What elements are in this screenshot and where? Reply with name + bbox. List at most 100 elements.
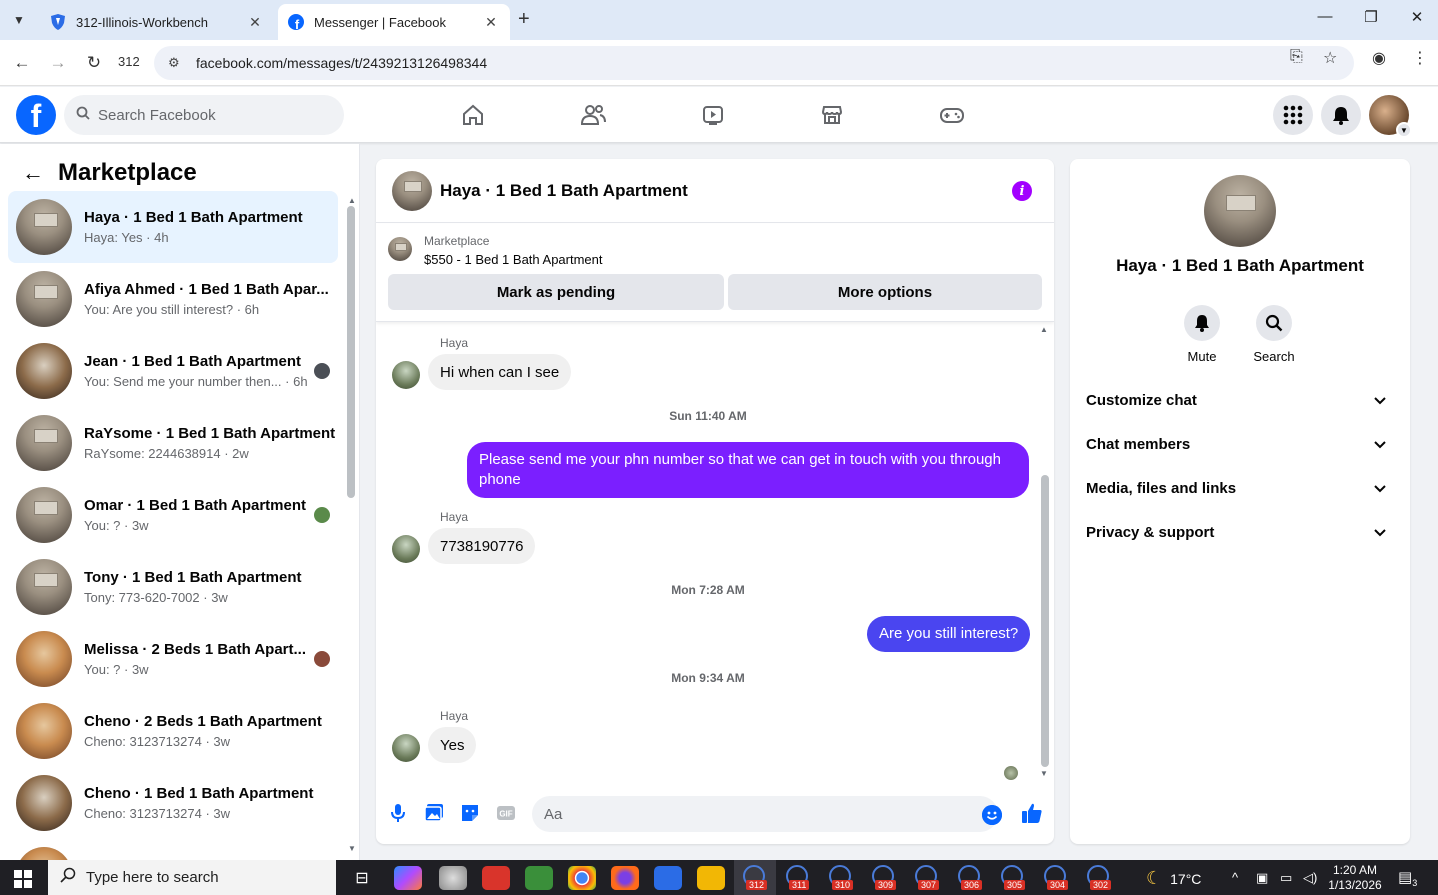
marketplace-icon[interactable] — [814, 97, 850, 133]
conversation-item[interactable]: Cheno · 1 Bed 1 Bath Apartment Cheno: 312… — [8, 767, 338, 839]
conversation-item[interactable]: Tony · 1 Bed 1 Bath Apartment Tony: 773-6… — [8, 551, 338, 623]
facebook-search[interactable]: Search Facebook — [64, 95, 344, 135]
sender-avatar[interactable] — [392, 734, 420, 762]
gaming-icon[interactable] — [934, 97, 970, 133]
app-icon[interactable] — [697, 866, 725, 890]
new-tab-icon[interactable]: + — [518, 8, 530, 31]
workbench-taskbar-item[interactable]: 310 — [820, 860, 862, 895]
conversation-item[interactable]: Omar · 1 Bed 1 Bath Apartment You: ? · 3w — [8, 479, 338, 551]
customize-chat-section[interactable]: Customize chat — [1078, 378, 1402, 422]
facebook-logo[interactable]: f — [16, 95, 56, 135]
sticker-icon[interactable] — [459, 802, 481, 824]
listing-thumbnail[interactable] — [388, 237, 412, 261]
back-arrow-icon[interactable]: ← — [9, 50, 35, 76]
close-window-icon[interactable]: ✕ — [1402, 8, 1432, 26]
scroll-down-arrow-icon[interactable]: ▼ — [348, 844, 356, 853]
notification-center-icon[interactable]: ▤3 — [1398, 868, 1417, 888]
back-arrow-icon[interactable]: ← — [22, 160, 44, 186]
workbench-taskbar-item[interactable]: 312 — [734, 860, 776, 895]
conversation-avatar-large[interactable] — [1204, 175, 1276, 247]
weather-widget[interactable]: ☾ 17°C — [1146, 868, 1201, 889]
close-tab-icon[interactable]: ✕ — [482, 14, 500, 31]
copilot-icon[interactable] — [394, 866, 422, 890]
scrollbar-thumb[interactable] — [347, 206, 355, 498]
workbench-taskbar-item[interactable]: 305 — [992, 860, 1034, 895]
site-info-icon[interactable]: ⚙ — [168, 55, 186, 71]
workbench-taskbar-item[interactable]: 311 — [777, 860, 819, 895]
menu-kebab-icon[interactable]: ⋮ — [1412, 48, 1428, 68]
conversation-item[interactable]: RaYsome · 1 Bed 1 Bath Apartment RaYsome:… — [8, 407, 338, 479]
conversation-avatar[interactable] — [392, 170, 432, 211]
conversation-item[interactable]: Ashm · 2 Beds 1 Bath Apartment — [8, 839, 338, 860]
chrome-icon[interactable] — [568, 866, 596, 890]
restore-icon[interactable]: ❐ — [1356, 8, 1386, 26]
mute-button[interactable]: Mute — [1167, 305, 1237, 364]
reload-icon[interactable]: ↻ — [81, 50, 107, 76]
scroll-up-arrow-icon[interactable]: ▲ — [1040, 325, 1048, 334]
video-icon[interactable] — [695, 97, 731, 133]
forward-arrow-icon[interactable]: → — [45, 50, 71, 76]
account-avatar[interactable]: ▼ — [1369, 95, 1412, 138]
spreadsheet-icon[interactable] — [525, 866, 553, 890]
browser-tab-workbench[interactable]: 312-Illinois-Workbench ✕ — [40, 4, 274, 40]
conversation-item[interactable]: Afiya Ahmed · 1 Bed 1 Bath Apar... You: A… — [8, 263, 338, 335]
scrollbar-thumb[interactable] — [1041, 475, 1049, 767]
incoming-message[interactable]: Yes — [428, 727, 477, 763]
scroll-up-arrow-icon[interactable]: ▲ — [348, 196, 356, 205]
more-options-button[interactable]: More options — [728, 274, 1042, 310]
listing-title[interactable]: $550 - 1 Bed 1 Bath Apartment — [424, 252, 603, 267]
mark-as-pending-button[interactable]: Mark as pending — [388, 274, 724, 310]
outgoing-message[interactable]: Please send me your phn number so that w… — [467, 442, 1029, 498]
scroll-down-arrow-icon[interactable]: ▼ — [1040, 769, 1048, 778]
workbench-taskbar-item[interactable]: 302 — [1078, 860, 1120, 895]
task-view-icon[interactable]: ⊟ — [348, 866, 376, 890]
media-files-links-section[interactable]: Media, files and links — [1078, 466, 1402, 510]
microphone-icon[interactable] — [387, 802, 409, 824]
photo-icon[interactable] — [423, 802, 445, 824]
tab-count[interactable]: 312 — [118, 54, 140, 69]
profile-icon[interactable]: ◉ — [1372, 48, 1386, 68]
sender-avatar[interactable] — [392, 361, 420, 389]
message-input[interactable] — [532, 796, 998, 832]
workbench-taskbar-item[interactable]: 309 — [863, 860, 905, 895]
volume-icon[interactable]: ◁) — [1303, 870, 1317, 886]
workbench-taskbar-item[interactable]: 306 — [949, 860, 991, 895]
outgoing-message[interactable]: Are you still interest? — [867, 616, 1031, 652]
chat-title[interactable]: Haya · 1 Bed 1 Bath Apartment — [440, 181, 688, 201]
network-icon[interactable]: ▭ — [1280, 870, 1292, 886]
windows-start-icon[interactable] — [14, 870, 32, 888]
sender-avatar[interactable] — [392, 535, 420, 563]
conversation-item[interactable]: Melissa · 2 Beds 1 Bath Apart... You: ? ·… — [8, 623, 338, 695]
privacy-support-section[interactable]: Privacy & support — [1078, 510, 1402, 554]
system-clock[interactable]: 1:20 AM 1/13/2026 — [1320, 863, 1390, 893]
workbench-taskbar-item[interactable]: 304 — [1035, 860, 1077, 895]
conversation-item[interactable]: Haya · 1 Bed 1 Bath Apartment Haya: Yes ·… — [8, 191, 338, 263]
bookmark-star-icon[interactable]: ☆ — [1323, 48, 1337, 68]
browser-tab-messenger[interactable]: f Messenger | Facebook ✕ — [278, 4, 510, 40]
emoji-icon[interactable] — [982, 805, 1002, 825]
notifications-bell-icon[interactable] — [1321, 95, 1361, 135]
install-app-icon[interactable]: ⎘ — [1290, 48, 1303, 66]
conversation-item[interactable]: Jean · 1 Bed 1 Bath Apartment You: Send m… — [8, 335, 338, 407]
minimize-icon[interactable]: — — [1310, 8, 1340, 25]
meet-icon[interactable]: ▣ — [1256, 870, 1268, 886]
close-tab-icon[interactable]: ✕ — [246, 14, 264, 31]
incoming-message[interactable]: 7738190776 — [428, 528, 536, 564]
friends-icon[interactable] — [575, 97, 611, 133]
incoming-message[interactable]: Hi when can I see — [428, 354, 572, 390]
firefox-icon[interactable] — [611, 866, 639, 890]
thumbs-up-icon[interactable] — [1020, 801, 1044, 825]
app-icon[interactable] — [482, 866, 510, 890]
tab-search-button[interactable]: ▼ — [6, 8, 32, 32]
home-icon[interactable] — [455, 97, 491, 133]
conversation-item[interactable]: Cheno · 2 Beds 1 Bath Apartment Cheno: 31… — [8, 695, 338, 767]
chat-members-section[interactable]: Chat members — [1078, 422, 1402, 466]
shield-icon[interactable] — [654, 866, 682, 890]
menu-grid-icon[interactable] — [1273, 95, 1313, 135]
workbench-taskbar-item[interactable]: 307 — [906, 860, 948, 895]
taskbar-search[interactable]: Type here to search — [48, 860, 336, 895]
info-icon[interactable]: i — [1012, 181, 1032, 201]
address-bar[interactable]: ⚙ facebook.com/messages/t/24392131264983… — [154, 46, 1354, 80]
gif-icon[interactable]: GIF — [495, 802, 517, 824]
search-conversation-button[interactable]: Search — [1239, 305, 1309, 364]
